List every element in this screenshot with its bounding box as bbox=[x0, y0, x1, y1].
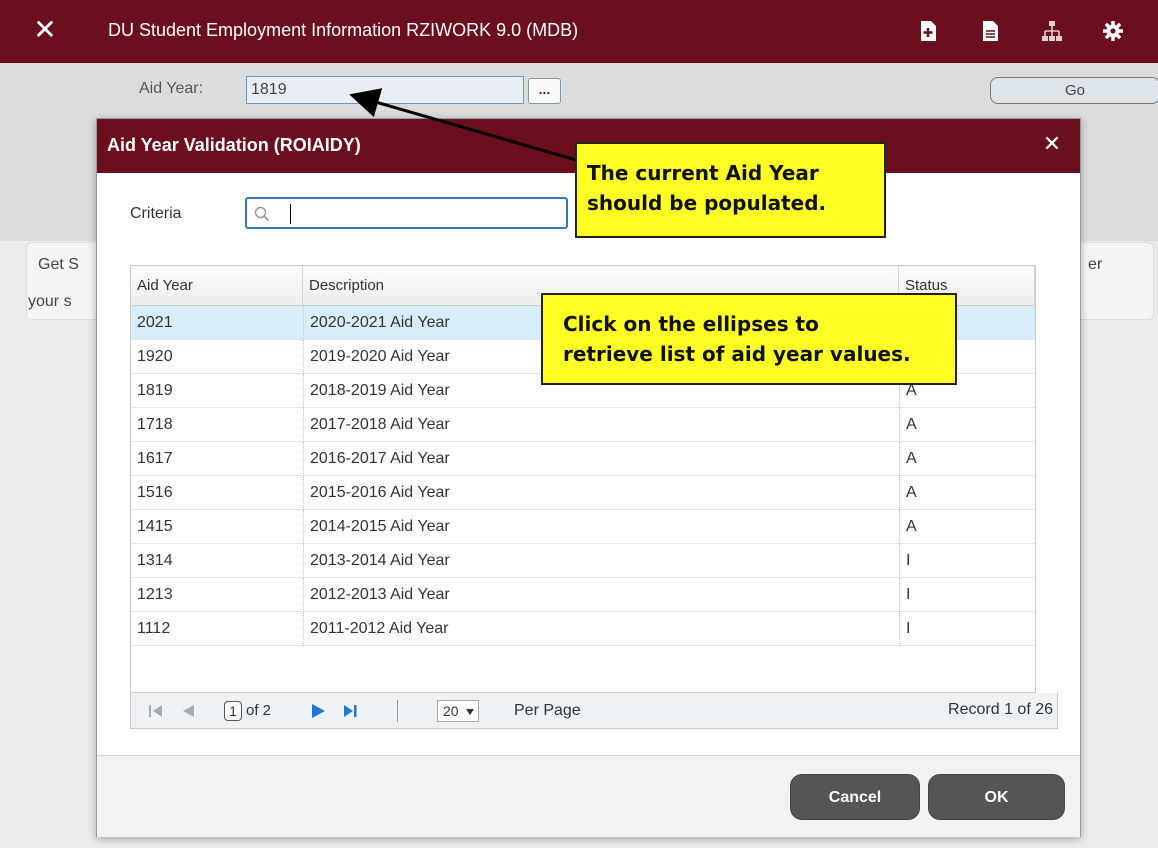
cell-status: A bbox=[899, 408, 1035, 442]
background-text: er bbox=[1088, 256, 1103, 273]
cell-aid-year: 1819 bbox=[137, 382, 173, 399]
cell-aid-year: 1516 bbox=[137, 484, 173, 501]
page-size-select[interactable]: 20 bbox=[437, 700, 479, 722]
cell-status: I bbox=[899, 544, 1035, 578]
cancel-button[interactable]: Cancel bbox=[790, 774, 920, 820]
record-count: Record 1 of 26 bbox=[948, 701, 1053, 718]
background-text: your s bbox=[28, 293, 72, 310]
cell-description: 2017-2018 Aid Year bbox=[303, 408, 899, 442]
cell-aid-year: 2021 bbox=[137, 314, 173, 331]
close-icon[interactable]: ✕ bbox=[1040, 131, 1064, 159]
app-header: ✕ DU Student Employment Information RZIW… bbox=[0, 0, 1158, 63]
cell-status: I bbox=[899, 578, 1035, 612]
table-row[interactable]: 1718 2017-2018 Aid Year A bbox=[131, 408, 1035, 442]
table-row[interactable]: 1415 2014-2015 Aid Year A bbox=[131, 510, 1035, 544]
pagination-bar: 1 of 2 20 Per Page Record 1 of 26 bbox=[130, 693, 1058, 729]
callout-text: The current Aid Year bbox=[587, 161, 819, 185]
ok-button[interactable]: OK bbox=[928, 774, 1065, 820]
gear-icon[interactable] bbox=[1102, 20, 1124, 42]
aid-year-input[interactable]: 1819 bbox=[246, 76, 524, 104]
annotation-callout: Click on the ellipses to retrieve list o… bbox=[541, 293, 957, 385]
aid-year-label: Aid Year: bbox=[139, 80, 204, 97]
text-caret bbox=[290, 204, 291, 224]
table-row[interactable]: 1314 2013-2014 Aid Year I bbox=[131, 544, 1035, 578]
cell-aid-year: 1718 bbox=[137, 416, 173, 433]
cell-status: A bbox=[899, 442, 1035, 476]
per-page-label: Per Page bbox=[514, 702, 581, 719]
table-row[interactable]: 1112 2011-2012 Aid Year I bbox=[131, 612, 1035, 646]
callout-text: retrieve list of aid year values. bbox=[563, 342, 911, 366]
hierarchy-icon[interactable] bbox=[1041, 20, 1063, 42]
cell-description: 2015-2016 Aid Year bbox=[303, 476, 899, 510]
page-number-input[interactable]: 1 bbox=[224, 701, 242, 721]
chevron-down-icon bbox=[466, 709, 474, 715]
cell-aid-year: 1920 bbox=[137, 348, 173, 365]
cell-description: 2013-2014 Aid Year bbox=[303, 544, 899, 578]
first-page-icon[interactable] bbox=[147, 702, 165, 720]
close-icon[interactable]: ✕ bbox=[30, 14, 60, 46]
cell-description: 2016-2017 Aid Year bbox=[303, 442, 899, 476]
last-page-icon[interactable] bbox=[341, 702, 359, 720]
column-header-aid-year[interactable]: Aid Year bbox=[131, 266, 303, 306]
callout-text: should be populated. bbox=[587, 191, 827, 215]
pager-divider bbox=[397, 700, 398, 722]
criteria-field[interactable] bbox=[245, 197, 568, 229]
cell-description: 2012-2013 Aid Year bbox=[303, 578, 899, 612]
cell-aid-year: 1617 bbox=[137, 450, 173, 467]
background-text: Get S bbox=[38, 256, 79, 273]
search-icon bbox=[254, 206, 270, 222]
criteria-label: Criteria bbox=[130, 205, 182, 222]
previous-page-icon[interactable] bbox=[179, 702, 197, 720]
dialog-footer: Cancel OK bbox=[97, 755, 1080, 837]
table-row[interactable]: 1213 2012-2013 Aid Year I bbox=[131, 578, 1035, 612]
cell-status: A bbox=[899, 476, 1035, 510]
add-icon[interactable] bbox=[917, 20, 939, 42]
page-size-value: 20 bbox=[443, 703, 459, 719]
table-row[interactable]: 1617 2016-2017 Aid Year A bbox=[131, 442, 1035, 476]
annotation-callout: The current Aid Year should be populated… bbox=[575, 142, 886, 238]
app-title: DU Student Employment Information RZIWOR… bbox=[108, 20, 579, 40]
cell-status: I bbox=[899, 612, 1035, 646]
callout-text: Click on the ellipses to bbox=[563, 312, 819, 336]
cell-description: 2014-2015 Aid Year bbox=[303, 510, 899, 544]
document-icon[interactable] bbox=[979, 20, 1001, 42]
cell-aid-year: 1112 bbox=[137, 620, 171, 637]
cell-aid-year: 1213 bbox=[137, 586, 173, 603]
dialog-title: Aid Year Validation (ROIAIDY) bbox=[107, 135, 361, 155]
page-count-text: of 2 bbox=[246, 702, 272, 719]
next-page-icon[interactable] bbox=[309, 702, 327, 720]
table-row[interactable]: 1516 2015-2016 Aid Year A bbox=[131, 476, 1035, 510]
aid-year-lookup-button[interactable]: ... bbox=[528, 78, 561, 104]
criteria-input[interactable] bbox=[277, 201, 562, 225]
cell-status: A bbox=[899, 510, 1035, 544]
cell-aid-year: 1314 bbox=[137, 552, 173, 569]
cell-aid-year: 1415 bbox=[137, 518, 173, 535]
go-button[interactable]: Go bbox=[990, 77, 1158, 104]
cell-description: 2011-2012 Aid Year bbox=[303, 612, 899, 646]
